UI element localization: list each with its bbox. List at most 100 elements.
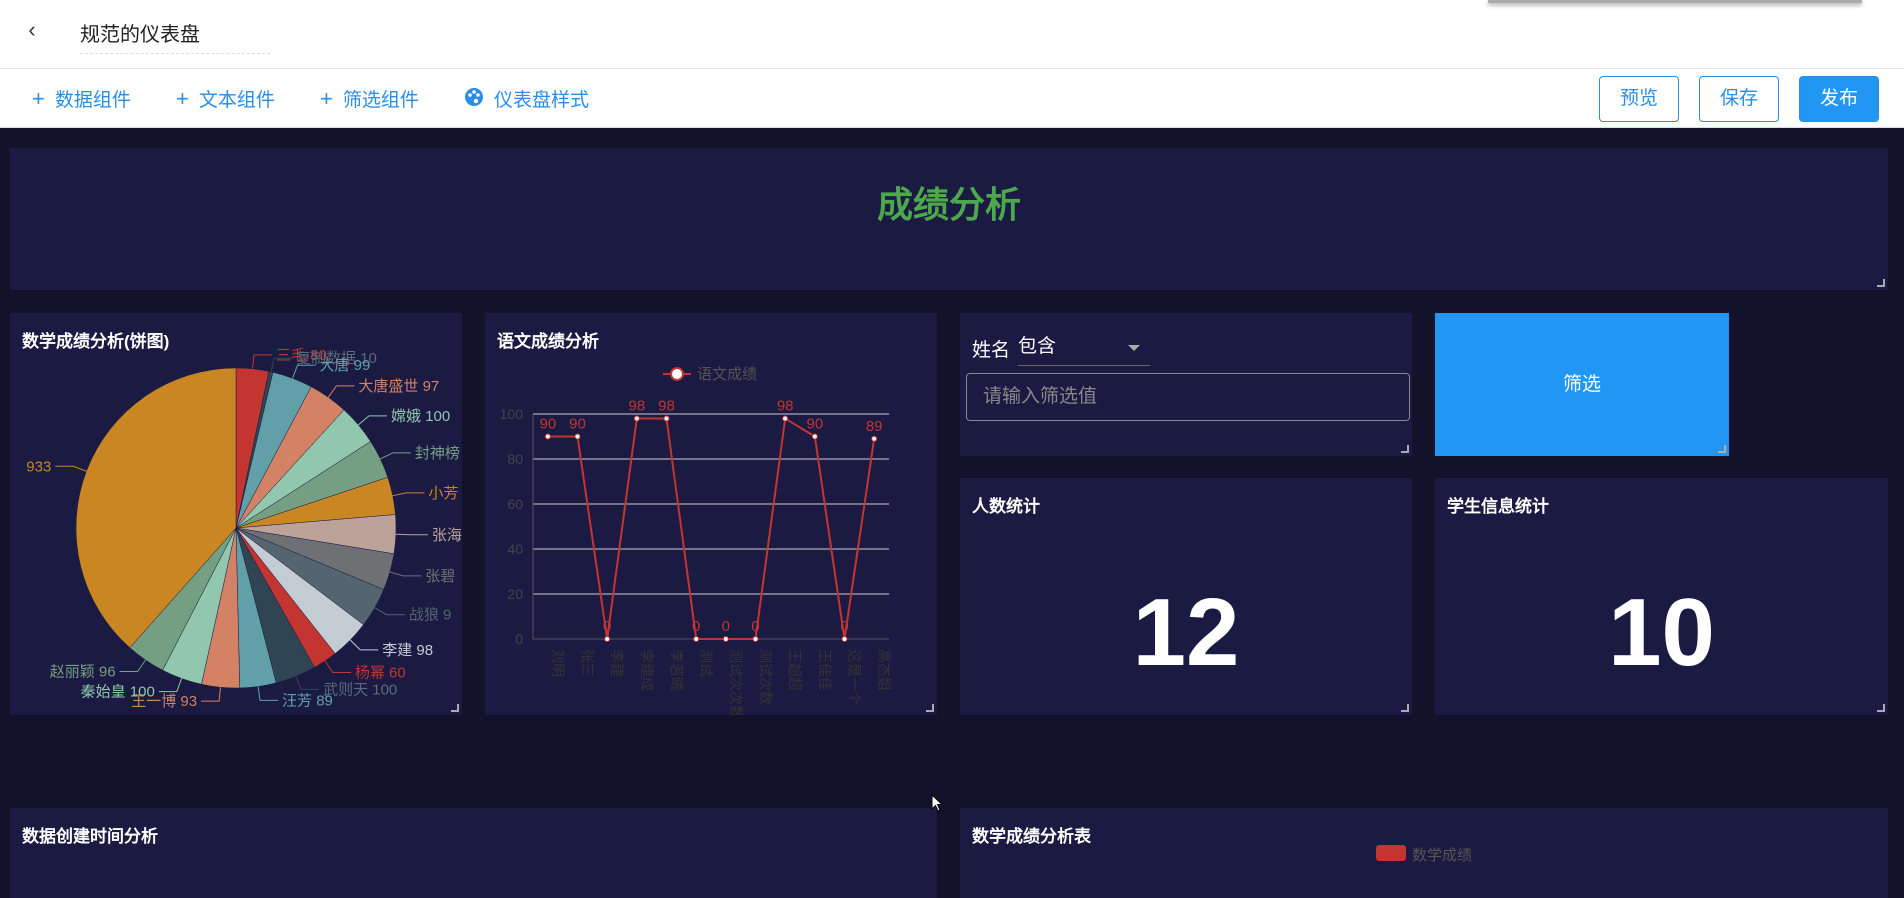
panel-title: 学生信息统计 (1447, 497, 1549, 516)
add-text-component-button[interactable]: + 文本组件 (176, 85, 275, 112)
line-point[interactable] (782, 415, 789, 422)
plus-icon: + (176, 85, 189, 111)
pie-label-line (357, 415, 388, 426)
filter-operator-value: 包含 (1018, 336, 1057, 357)
plus-icon: + (320, 85, 333, 111)
y-tick-label: 100 (500, 406, 524, 422)
mouse-cursor-icon (931, 794, 944, 812)
line-series (547, 416, 876, 640)
pie-label: 大唐 99 (320, 357, 371, 374)
data-label: 90 (806, 416, 823, 433)
y-tick-label: 80 (507, 451, 523, 467)
math-pie-panel[interactable]: 数学成绩分析(饼图) 三毛 80 复制数据 10 大唐 99 大唐盛世 97 嫦娥 10… (10, 313, 462, 715)
x-tick-label: 李建成 (639, 649, 655, 691)
count-panel[interactable]: 人数统计 12 (960, 478, 1412, 715)
save-button[interactable]: 保存 (1699, 76, 1779, 122)
line-point[interactable] (693, 636, 700, 642)
filter-operator-select[interactable]: 包含 (1018, 329, 1150, 366)
pie-label: 933 (26, 458, 51, 475)
math-table-panel[interactable]: 数学成绩分析表 数学成绩 (960, 808, 1888, 898)
y-tick-label: 0 (515, 631, 523, 647)
pie-label-line (395, 533, 428, 536)
x-tick-label: 测试 (698, 649, 714, 677)
data-label: 98 (658, 398, 675, 415)
pie-label-line (392, 492, 425, 497)
x-tick-label: 测试次次数 (728, 649, 744, 715)
dashboard-title[interactable]: 规范的仪表盘 (80, 18, 270, 54)
add-filter-component-button[interactable]: + 筛选组件 (320, 85, 419, 112)
filter-button[interactable]: 筛选 (1435, 313, 1729, 456)
filter-panel[interactable]: 姓名 包含 (960, 313, 1412, 456)
pie-label: 大唐盛世 97 (358, 378, 439, 395)
header-bar: ‹ 规范的仪表盘 (0, 0, 1904, 69)
pie-label: 小芳 (428, 485, 458, 502)
chinese-line-panel[interactable]: 语文成绩分析 语文成绩 0 20 40 60 80 100 90 刘明 90 张三 0 李建 98 李建成 9… (485, 313, 937, 715)
line-point[interactable] (811, 433, 818, 440)
chevron-left-icon[interactable]: ‹ (22, 18, 42, 42)
x-tick-label: 王超超 (787, 649, 803, 691)
pie-label: 张海 (432, 527, 462, 544)
pie-label-line (327, 385, 355, 398)
legend-marker[interactable] (670, 367, 684, 381)
pie-label-line (389, 571, 422, 577)
dashboard-heading: 成绩分析 (876, 184, 1021, 225)
line-point[interactable] (722, 636, 729, 642)
palette-icon (464, 87, 484, 110)
pie-label: 封神榜 (415, 445, 460, 462)
pie-label: 赵丽颖 96 (50, 664, 116, 681)
data-label: 0 (840, 618, 848, 635)
line-point[interactable] (544, 433, 551, 440)
line-point[interactable] (841, 636, 848, 642)
publish-button[interactable]: 发布 (1799, 76, 1879, 122)
tool-label: 文本组件 (198, 90, 275, 111)
dashboard-style-button[interactable]: 仪表盘样式 (464, 85, 589, 112)
resize-handle[interactable] (1401, 704, 1409, 712)
pie-label: 武则天 100 (323, 681, 397, 698)
resize-handle[interactable] (1401, 445, 1409, 453)
pie-label-line (349, 639, 379, 651)
resize-handle[interactable] (451, 704, 459, 712)
data-label: 0 (751, 618, 759, 635)
pie-label-line (119, 659, 146, 673)
x-tick-label: 王佳佳 (817, 649, 833, 691)
filter-value-input[interactable] (966, 373, 1410, 421)
resize-handle[interactable] (1877, 704, 1885, 712)
student-info-panel[interactable]: 学生信息统计 10 (1435, 478, 1888, 715)
data-label: 90 (539, 416, 556, 433)
pie-label: 张碧 (425, 568, 455, 585)
x-tick-label: 测试次数 (758, 649, 774, 705)
resize-handle[interactable] (926, 704, 934, 712)
line-point[interactable] (752, 636, 759, 642)
pie-label: 战狼 9 (409, 607, 452, 624)
filter-button-label: 筛选 (1562, 374, 1601, 395)
line-point[interactable] (574, 433, 581, 440)
title-panel[interactable]: 成绩分析 (10, 148, 1888, 290)
legend-label: 语文成绩 (697, 366, 757, 383)
x-tick-label: 高杰姐 (876, 649, 892, 691)
count-value: 12 (1132, 579, 1240, 686)
legend-swatch (1376, 845, 1406, 861)
pie-label: 杨幂 60 (355, 665, 406, 682)
panel-title: 人数统计 (972, 497, 1040, 516)
x-tick-label: 李建 (609, 649, 625, 677)
panel-title: 数学成绩分析表 (972, 827, 1091, 846)
data-label: 98 (628, 398, 645, 415)
pie-label-line (380, 452, 411, 460)
toolbar: + 数据组件 + 文本组件 + 筛选组件 仪表盘样式 预览 保存 发布 (0, 69, 1904, 128)
pie-label-line (201, 687, 221, 702)
x-tick-label: 这是一个 (847, 649, 863, 705)
data-label: 89 (866, 418, 883, 435)
resize-handle[interactable] (1877, 279, 1885, 287)
created-time-panel[interactable]: 数据创建时间分析 (10, 808, 937, 898)
line-point[interactable] (871, 435, 878, 442)
x-tick-label: 张三 (580, 649, 596, 677)
line-point[interactable] (663, 415, 670, 422)
line-point[interactable] (633, 415, 640, 422)
pie-label: 汪芳 89 (282, 692, 333, 709)
dashboard-canvas: 成绩分析 数学成绩分析(饼图) 三毛 80 复制数据 10 大唐 99 大唐盛世 97… (0, 128, 1904, 898)
preview-button[interactable]: 预览 (1599, 76, 1679, 122)
line-point[interactable] (604, 636, 611, 642)
resize-handle[interactable] (1718, 445, 1726, 453)
data-label: 0 (692, 618, 700, 635)
add-data-component-button[interactable]: + 数据组件 (32, 85, 131, 112)
